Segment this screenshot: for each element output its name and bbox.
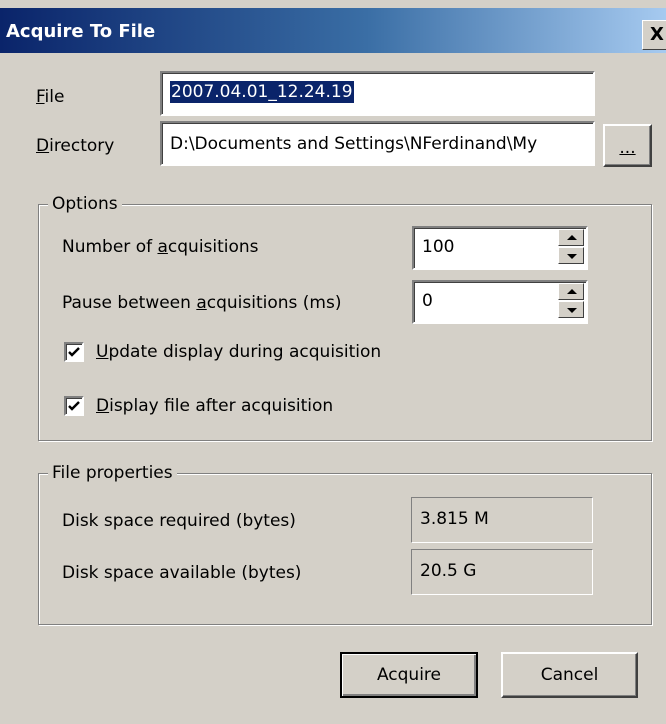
file-properties-legend: File properties	[48, 462, 177, 484]
window-title: Acquire To File	[6, 21, 156, 42]
acquisitions-value: 100	[422, 237, 455, 257]
browse-button-label: ...	[619, 138, 636, 158]
directory-value: D:\Documents and Settings\NFerdinand\My	[170, 134, 538, 154]
file-name-input[interactable]: 2007.04.01_12.24.19	[160, 71, 595, 116]
file-name-value: 2007.04.01_12.24.19	[170, 81, 354, 103]
display-file-label[interactable]: Display file after acquisition	[96, 395, 333, 417]
acquisitions-spin-down-button[interactable]	[558, 247, 584, 264]
cancel-button-label: Cancel	[540, 665, 599, 685]
title-bar[interactable]: Acquire To File X	[0, 8, 666, 53]
pause-spin-up-button[interactable]	[558, 283, 584, 300]
chevron-up-icon	[567, 289, 577, 294]
browse-directory-button[interactable]: ...	[603, 124, 652, 167]
chevron-down-icon	[567, 254, 577, 259]
disk-space-required-label: Disk space required (bytes)	[62, 511, 296, 531]
disk-space-available-label: Disk space available (bytes)	[62, 563, 302, 583]
display-file-checkbox[interactable]	[64, 396, 84, 416]
disk-space-available-field: 20.5 G	[411, 549, 593, 595]
acquire-button-label: Acquire	[376, 665, 442, 685]
close-icon: X	[650, 24, 664, 45]
update-display-label[interactable]: Update display during acquisition	[96, 341, 381, 363]
pause-label: Pause between acquisitions (ms)	[62, 293, 342, 313]
checkmark-icon	[68, 401, 80, 411]
chevron-up-icon	[567, 235, 577, 240]
disk-space-required-field: 3.815 M	[411, 497, 593, 543]
update-display-checkbox[interactable]	[64, 342, 84, 362]
acquisitions-spin-up-button[interactable]	[558, 229, 584, 246]
options-legend: Options	[48, 193, 122, 215]
pause-spin-down-button[interactable]	[558, 301, 584, 318]
directory-input[interactable]: D:\Documents and Settings\NFerdinand\My	[160, 121, 595, 166]
acquire-to-file-dialog: Acquire To File X File 2007.04.01_12.24.…	[0, 0, 666, 724]
disk-space-required-value: 3.815 M	[420, 509, 489, 529]
directory-label: Directory	[36, 136, 115, 156]
file-label: File	[36, 87, 65, 107]
cancel-button[interactable]: Cancel	[501, 652, 638, 698]
chevron-down-icon	[567, 308, 577, 313]
acquisitions-label: Number of acquisitions	[62, 237, 259, 257]
close-button[interactable]: X	[642, 20, 666, 50]
disk-space-available-value: 20.5 G	[420, 561, 477, 581]
acquire-button[interactable]: Acquire	[340, 652, 478, 698]
checkmark-icon	[68, 347, 80, 357]
pause-value: 0	[422, 291, 433, 311]
